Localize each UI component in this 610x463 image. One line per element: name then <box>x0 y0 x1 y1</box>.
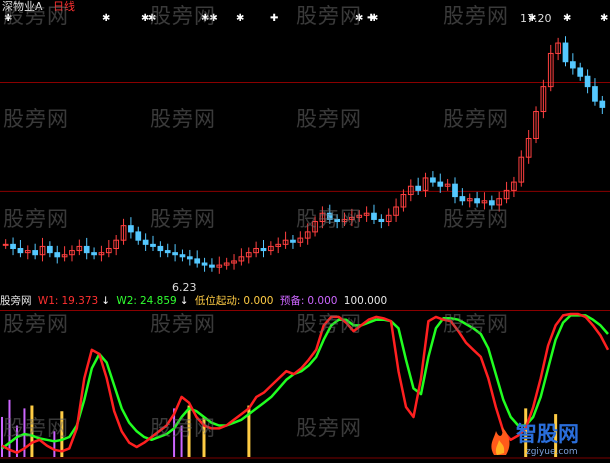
signal-mark: ✱ <box>600 13 608 24</box>
candle-body <box>179 254 186 258</box>
w2-label: W2: <box>116 295 137 307</box>
price-panel[interactable]: ✱ ✱ ✱✱ ✱✱ ✱ ✚ ✱ ✚✱ ✱ ✱ ✱ <box>0 0 610 293</box>
watermark: 股旁网 <box>150 207 216 231</box>
candle-body <box>150 243 156 247</box>
watermark: 股旁网 <box>3 207 69 231</box>
signal-mark: ✚ <box>270 13 278 24</box>
candle-body <box>260 247 267 252</box>
candle-body <box>186 256 193 260</box>
watermark: 股旁网 <box>150 312 216 336</box>
candle-body <box>599 100 606 108</box>
candle-body <box>2 243 9 246</box>
candle-body <box>290 239 296 243</box>
logo-name: 智股网 <box>516 422 579 446</box>
candle-body <box>201 262 208 266</box>
candle-body <box>430 177 436 183</box>
ready-label: 预备: <box>279 295 305 307</box>
candle-body <box>157 245 164 252</box>
candle-body <box>172 252 178 256</box>
w2-down-arrow-icon: ↓ <box>179 295 189 307</box>
watermark: 股旁网 <box>150 416 216 440</box>
candle-body <box>164 250 171 254</box>
candle-body <box>142 239 149 245</box>
watermark: 股旁网 <box>296 416 362 440</box>
low-price-label: 6.23 <box>172 281 197 294</box>
zhigu-logo: 智股网 zgiyue.com <box>486 415 604 461</box>
candle-body <box>54 252 61 258</box>
extra-value: 100.000 <box>343 295 388 307</box>
candle-body <box>209 264 215 268</box>
watermark: 股旁网 <box>443 4 509 28</box>
watermark: 股旁网 <box>296 207 362 231</box>
start-label: 低位起动: <box>194 295 241 307</box>
watermark: 股旁网 <box>3 4 69 28</box>
candle-body <box>437 181 444 187</box>
candle-body <box>17 247 24 254</box>
watermark: 股旁网 <box>296 4 362 28</box>
watermark: 股旁网 <box>150 107 216 131</box>
candle-body <box>371 212 377 220</box>
candle-body <box>135 231 142 241</box>
candle-body <box>459 196 466 202</box>
candle-body <box>91 252 97 256</box>
watermark: 股旁网 <box>3 416 69 440</box>
candle-body <box>592 86 598 102</box>
watermark: 股旁网 <box>443 312 509 336</box>
indicator-legend: 股旁网 W1: 19.373 ↓ W2: 24.859 ↓ 低位起动: 0.000 预备:… <box>0 294 610 308</box>
w1-label: W1: <box>37 295 59 307</box>
candle-body <box>47 245 53 254</box>
candle-body <box>584 75 591 88</box>
candle-body <box>415 185 422 191</box>
stock-chart-window[interactable]: ✱ ✱ ✱ ✱ ✱✱ ✱ ✚ ✱ ✚ ✱ ✱ ✱ ✱ 深物业A 日线 17.20 6.23 股旁网 W1… <box>0 0 610 463</box>
watermark: 股旁网 <box>296 107 362 131</box>
signal-mark: ✱ <box>102 13 110 24</box>
start-value: 0.000 <box>243 295 274 307</box>
logo-domain: zgiyue.com <box>526 447 578 457</box>
candle-body <box>577 67 584 77</box>
watermark: 股旁网 <box>443 207 509 231</box>
w1-value: 19.373 <box>61 295 99 307</box>
candle-body <box>569 61 576 69</box>
w1-down-arrow-icon: ↓ <box>101 295 111 307</box>
watermark: 股旁网 <box>150 4 216 28</box>
candle-body <box>194 258 201 264</box>
watermark: 股旁网 <box>3 312 69 336</box>
candle-body <box>10 243 16 249</box>
watermark: 股旁网 <box>443 107 509 131</box>
candle-body <box>562 42 569 63</box>
candle-body <box>128 225 134 233</box>
watermark: 股旁网 <box>3 107 69 131</box>
candle-body <box>378 218 385 223</box>
candle-body <box>452 183 458 198</box>
flame-icon: 智股网 zgiyue.com <box>491 422 579 457</box>
signal-mark: ✱ <box>563 13 571 24</box>
signal-mark: ✱ <box>236 13 244 24</box>
w2-value: 24.859 <box>139 295 177 307</box>
ready-value: 0.000 <box>307 295 338 307</box>
candle-body <box>32 250 39 256</box>
candle-body <box>83 245 90 254</box>
high-price-label: 17.20 <box>520 12 552 25</box>
indicator-brand: 股旁网 <box>0 295 32 307</box>
signal-mark: ✱ <box>370 13 378 24</box>
watermark: 股旁网 <box>296 312 362 336</box>
